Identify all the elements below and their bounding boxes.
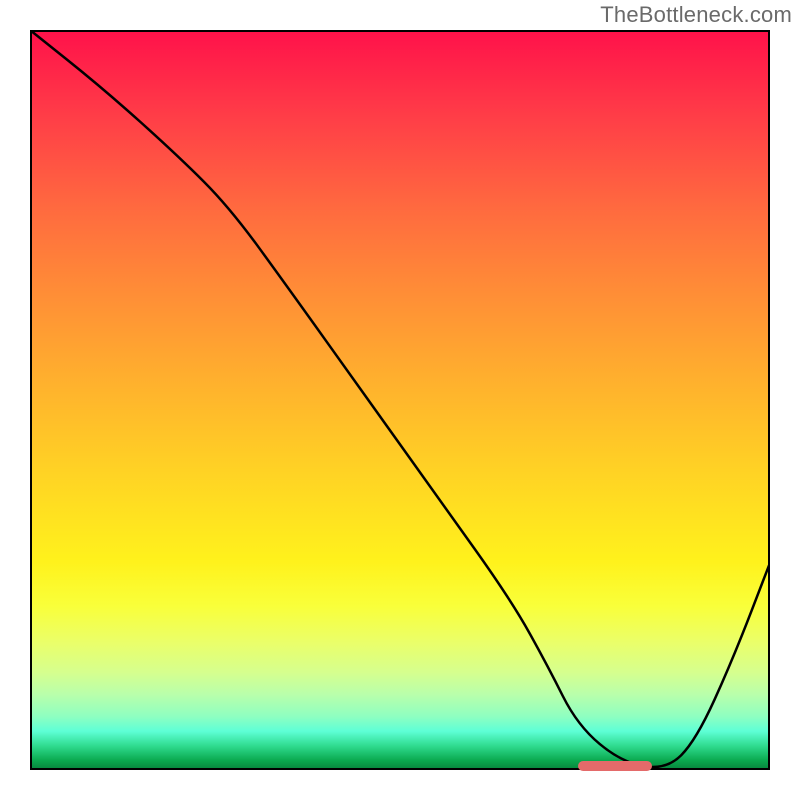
plot-area [30, 30, 770, 770]
chart-background-gradient [30, 30, 770, 770]
watermark-text: TheBottleneck.com [600, 2, 792, 28]
bottleneck-chart: TheBottleneck.com [0, 0, 800, 800]
optimal-range-marker [578, 761, 652, 771]
